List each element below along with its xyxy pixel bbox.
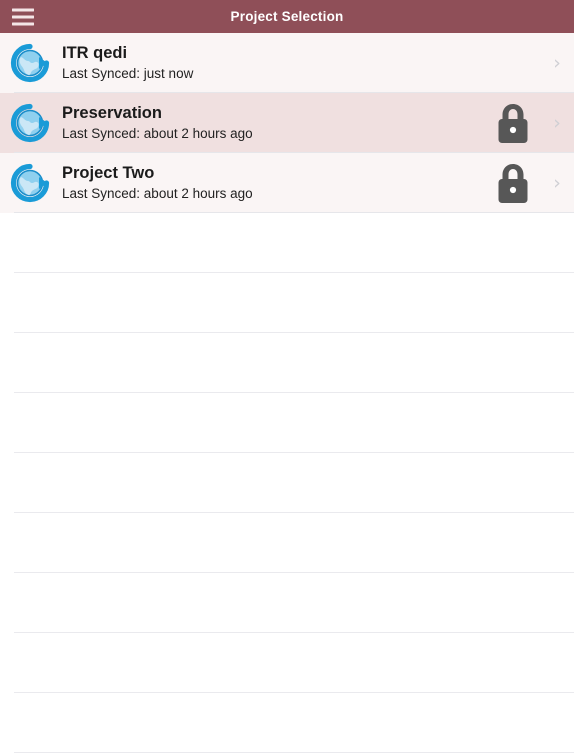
empty-list-row <box>0 273 574 333</box>
sync-globe-logo-icon <box>8 101 52 145</box>
app-header: Project Selection <box>0 0 574 33</box>
lock-icon <box>494 160 532 206</box>
sync-globe-logo-icon <box>8 41 52 85</box>
project-item-subtitle: Last Synced: about 2 hours ago <box>62 126 253 141</box>
project-item-title: Preservation <box>62 104 162 122</box>
empty-list-row <box>0 453 574 513</box>
page-title: Project Selection <box>230 9 344 24</box>
chevron-right-icon[interactable]: › <box>540 53 574 73</box>
empty-list-row <box>0 513 574 573</box>
empty-list-row <box>0 633 574 693</box>
project-list-item[interactable]: Preservation Last Synced: about 2 hours … <box>0 93 574 153</box>
project-item-subtitle: Last Synced: just now <box>62 66 194 81</box>
empty-list-area <box>0 213 574 753</box>
project-selection-screen: Project Selection ITR qedi Last Synced: … <box>0 0 574 753</box>
project-item-text: Preservation Last Synced: about 2 hours … <box>52 103 494 143</box>
project-list: ITR qedi Last Synced: just now › Preserv… <box>0 33 574 753</box>
hamburger-bar-2 <box>12 15 34 18</box>
empty-list-row <box>0 333 574 393</box>
chevron-right-icon[interactable]: › <box>540 173 574 193</box>
empty-list-row <box>0 213 574 273</box>
project-item-title: ITR qedi <box>62 44 128 62</box>
sync-globe-logo-icon <box>8 161 52 205</box>
project-list-item[interactable]: Project Two Last Synced: about 2 hours a… <box>0 153 574 213</box>
hamburger-bar-3 <box>12 22 34 25</box>
chevron-right-icon[interactable]: › <box>540 113 574 133</box>
project-item-text: ITR qedi Last Synced: just now <box>52 43 494 83</box>
lock-icon <box>494 100 532 146</box>
project-item-text: Project Two Last Synced: about 2 hours a… <box>52 163 494 203</box>
empty-list-row <box>0 693 574 753</box>
hamburger-menu-icon[interactable] <box>12 8 34 25</box>
project-list-item[interactable]: ITR qedi Last Synced: just now › <box>0 33 574 93</box>
hamburger-bar-1 <box>12 8 34 11</box>
empty-list-row <box>0 573 574 633</box>
empty-list-row <box>0 393 574 453</box>
project-item-title: Project Two <box>62 164 155 182</box>
project-item-subtitle: Last Synced: about 2 hours ago <box>62 186 253 201</box>
